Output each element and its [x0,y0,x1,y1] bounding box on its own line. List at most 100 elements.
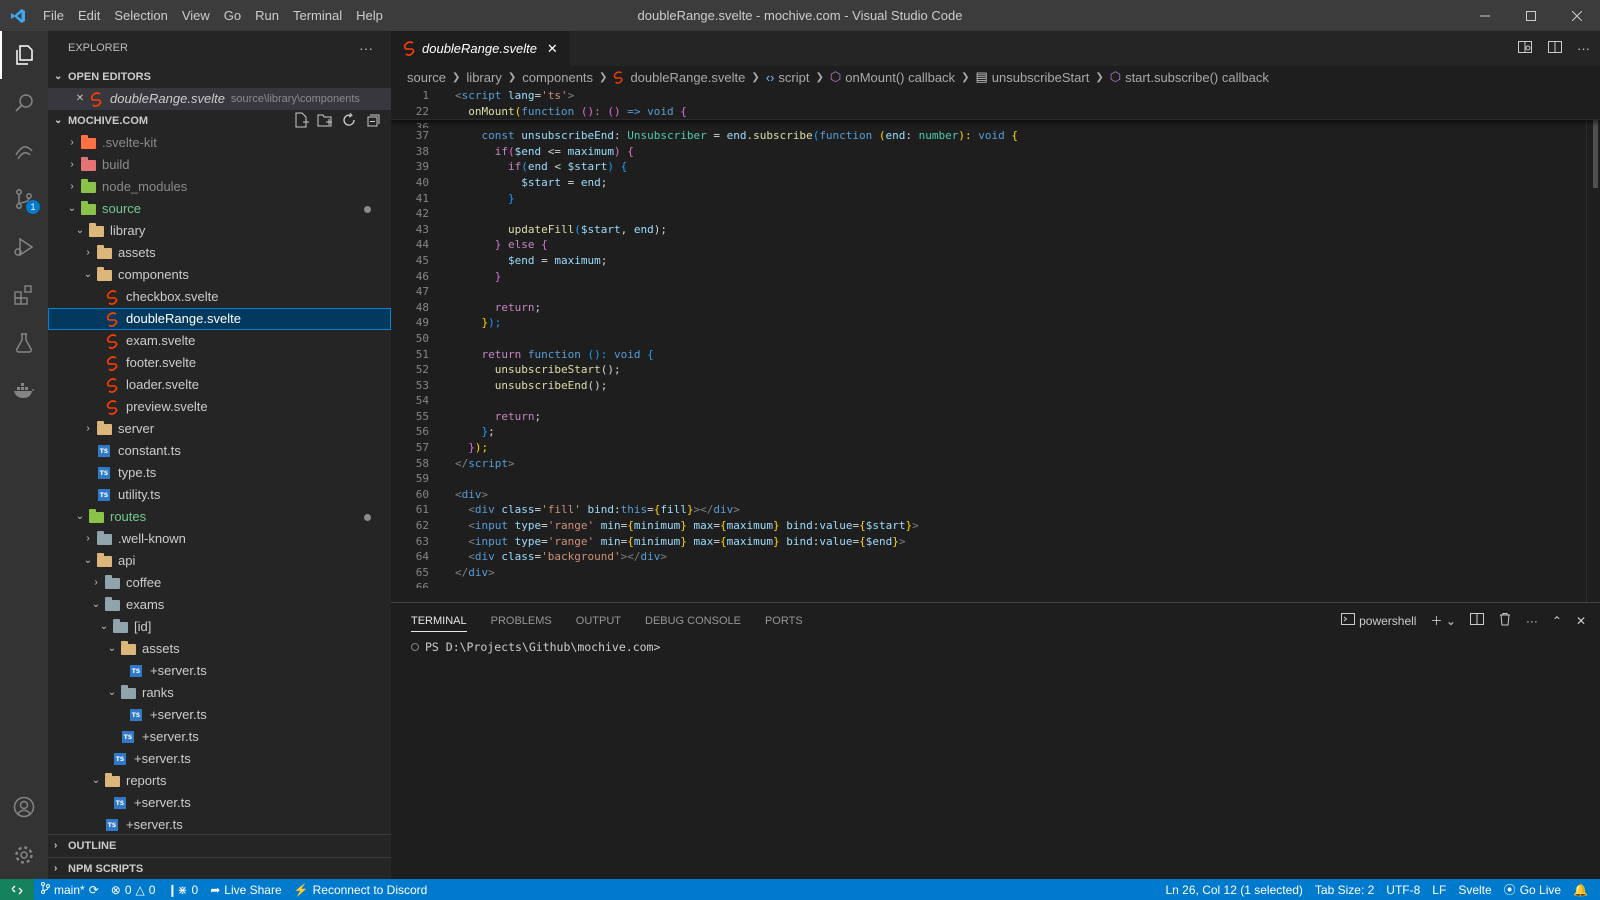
breadcrumb-item[interactable]: doubleRange.svelte [630,70,745,85]
workspace-section[interactable]: ⌄ MOCHIVE.COM [48,110,391,132]
encoding[interactable]: UTF-8 [1380,883,1426,897]
tree-item-checkbox-svelte[interactable]: checkbox.svelte [48,286,391,308]
split-terminal-icon[interactable] [1469,612,1484,629]
tree-item-well-known[interactable]: › .well-known [48,528,391,550]
tree-item-svelte-kit[interactable]: › .svelte-kit [48,132,391,154]
tree-item-loader-svelte[interactable]: loader.svelte [48,374,391,396]
menu-file[interactable]: File [36,8,71,23]
cursor-position[interactable]: Ln 26, Col 12 (1 selected) [1160,883,1309,897]
breadcrumb-item[interactable]: onMount() callback [845,70,955,85]
tree-item-coffee[interactable]: › coffee [48,572,391,594]
go-live-button[interactable]: ⦿ Go Live [1498,881,1567,898]
new-terminal-icon[interactable]: ＋ ⌄ [1430,612,1455,629]
search-icon[interactable] [0,79,48,127]
terminal-line[interactable]: PS D:\Projects\Github\mochive.com> [391,638,1600,656]
terminal-shell-selector[interactable]: powershell [1341,612,1416,629]
tree-item-reports[interactable]: ⌄ reports [48,770,391,792]
trash-icon[interactable] [1498,612,1512,629]
tree-item-exams[interactable]: ⌄ exams [48,594,391,616]
tree-item-footer-svelte[interactable]: footer.svelte [48,352,391,374]
npm-scripts-section[interactable]: › NPM SCRIPTS [48,857,391,879]
ports-status[interactable]: ❙⋇ 0 [161,883,204,897]
open-editors-section[interactable]: ⌄ OPEN EDITORS [48,66,391,88]
docker-icon[interactable] [0,367,48,415]
tree-item-server-ts[interactable]: TS +server.ts [48,660,391,682]
tree-item-server[interactable]: › server [48,418,391,440]
tab-doublerange-svelte[interactable]: doubleRange.svelte ✕ [391,31,571,66]
discord-status[interactable]: ⚡ Reconnect to Discord [288,883,434,897]
tree-item-id[interactable]: ⌄ [id] [48,616,391,638]
outline-section[interactable]: › OUTLINE [48,835,391,857]
close-tab-icon[interactable]: ✕ [547,41,558,57]
accounts-icon[interactable] [0,783,48,831]
tree-item-server-ts[interactable]: TS +server.ts [48,704,391,726]
language-mode[interactable]: Svelte [1452,883,1497,897]
tree-item-server-ts[interactable]: TS +server.ts [48,792,391,814]
branch-status[interactable]: main* ⟳ [34,882,105,897]
more-actions-icon[interactable]: ··· [1526,614,1538,628]
tab-output[interactable]: OUTPUT [576,615,621,627]
maximize-panel-icon[interactable]: ⌃ [1552,614,1562,628]
tree-item-routes[interactable]: ⌄ routes [48,506,391,528]
remote-icon[interactable] [0,879,34,900]
tree-item-source[interactable]: ⌄ source [48,198,391,220]
close-window-icon[interactable] [1554,0,1600,31]
source-control-icon[interactable]: 1 [0,175,48,223]
editor-scrollbar[interactable] [1586,88,1600,602]
tree-item-type-ts[interactable]: TS type.ts [48,462,391,484]
problems-status[interactable]: ⊗ 0 △ 0 [105,883,162,897]
tree-item-assets-nested[interactable]: ⌄ assets [48,638,391,660]
tree-item-constant-ts[interactable]: TS constant.ts [48,440,391,462]
tree-item-utility-ts[interactable]: TS utility.ts [48,484,391,506]
tree-item-server-ts[interactable]: TS +server.ts [48,814,391,836]
open-editor-item[interactable]: ✕ doubleRange.svelte source\library\comp… [48,88,391,110]
tree-item-server-ts[interactable]: TS +server.ts [48,726,391,748]
live-share-status[interactable]: ➦ Live Share [204,883,287,897]
tree-item-library[interactable]: ⌄ library [48,220,391,242]
tree-item-preview-svelte[interactable]: preview.svelte [48,396,391,418]
tree-item-components[interactable]: ⌄ components [48,264,391,286]
tab-ports[interactable]: PORTS [765,615,803,627]
minimize-icon[interactable] [1462,0,1508,31]
code-editor[interactable]: 1 <script lang='ts'> 22 onMount(function … [391,88,1600,602]
tree-item-build[interactable]: › build [48,154,391,176]
open-preview-icon[interactable] [1517,39,1533,58]
breadcrumb-item[interactable]: source [407,70,446,85]
extensions-icon[interactable] [0,271,48,319]
tab-size[interactable]: Tab Size: 2 [1309,883,1380,897]
tree-item-node-modules[interactable]: › node_modules [48,176,391,198]
menu-run[interactable]: Run [248,8,286,23]
testing-icon[interactable] [0,319,48,367]
menu-terminal[interactable]: Terminal [286,8,349,23]
tab-problems[interactable]: PROBLEMS [491,615,552,627]
end-of-line[interactable]: LF [1426,883,1452,897]
tree-item-exam-svelte[interactable]: exam.svelte [48,330,391,352]
settings-gear-icon[interactable] [0,831,48,879]
tree-item-doublerange-svelte[interactable]: doubleRange.svelte [48,308,391,330]
tree-item-ranks[interactable]: ⌄ ranks [48,682,391,704]
remote-explorer-icon[interactable] [0,127,48,175]
notifications-icon[interactable]: 🔔 [1567,883,1594,897]
tab-debug-console[interactable]: DEBUG CONSOLE [645,615,741,627]
breadcrumb-item[interactable]: script [778,70,809,85]
split-editor-icon[interactable] [1547,39,1563,58]
menu-view[interactable]: View [175,8,217,23]
breadcrumb-item[interactable]: start.subscribe() callback [1125,70,1269,85]
menu-go[interactable]: Go [217,8,248,23]
close-panel-icon[interactable]: ✕ [1576,614,1586,628]
more-actions-icon[interactable]: ··· [1577,41,1590,56]
menu-edit[interactable]: Edit [71,8,107,23]
close-editor-icon[interactable]: ✕ [72,88,88,110]
tree-item-assets[interactable]: › assets [48,242,391,264]
breadcrumb-item[interactable]: library [466,70,501,85]
breadcrumb-item[interactable]: unsubscribeStart [992,70,1090,85]
tab-terminal[interactable]: TERMINAL [411,615,467,632]
menu-help[interactable]: Help [349,8,390,23]
menu-selection[interactable]: Selection [107,8,174,23]
tree-item-api[interactable]: ⌄ api [48,550,391,572]
more-actions-icon[interactable]: ··· [359,31,373,66]
run-debug-icon[interactable] [0,223,48,271]
explorer-icon[interactable] [0,31,48,79]
breadcrumb-item[interactable]: components [522,70,593,85]
maximize-icon[interactable] [1508,0,1554,31]
